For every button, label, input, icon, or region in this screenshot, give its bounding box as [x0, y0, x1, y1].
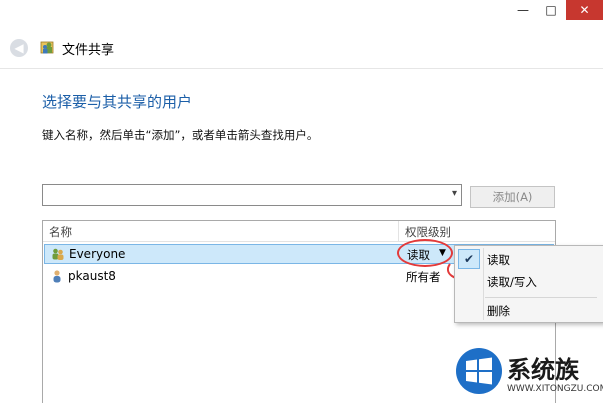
menu-separator: [485, 297, 597, 298]
group-users-icon: [52, 248, 64, 260]
menu-divider: [483, 248, 484, 320]
dialog-title: 文件共享: [62, 43, 115, 58]
menu-item-delete[interactable]: 删除: [487, 303, 510, 319]
permission-context-menu: ✔ 读取 读取/写入 删除: [454, 245, 603, 323]
windows-logo-icon: [456, 348, 502, 394]
share-icon: [40, 41, 54, 54]
menu-item-read-write[interactable]: 读取/写入: [487, 274, 537, 290]
user-name: Everyone: [69, 247, 126, 261]
add-button[interactable]: 添加(A): [470, 186, 555, 208]
check-icon: ✔: [458, 249, 480, 269]
user-name: pkaust8: [68, 269, 116, 283]
minimize-button[interactable]: —: [510, 0, 536, 20]
user-icon: [53, 270, 61, 283]
back-icon[interactable]: ◀: [10, 39, 28, 57]
permission-level: 所有者: [406, 270, 441, 284]
instruction-text: 键入名称，然后单击“添加”，或者单击箭头查找用户。: [42, 128, 319, 142]
page-heading: 选择要与其共享的用户: [42, 93, 193, 111]
watermark: 系统族 WWW.XITONGZU.COM: [455, 340, 603, 403]
title-bar: — □ ✕: [0, 0, 603, 30]
chevron-down-icon[interactable]: ▾: [452, 188, 457, 199]
column-divider[interactable]: [398, 221, 399, 241]
close-button[interactable]: ✕: [566, 0, 603, 20]
nav-bar: ◀ 文件共享: [0, 30, 603, 68]
column-header-permission[interactable]: 权限级别: [405, 224, 451, 240]
user-name-combobox[interactable]: ▾: [42, 184, 462, 206]
maximize-button[interactable]: □: [538, 0, 564, 20]
watermark-url: WWW.XITONGZU.COM: [507, 384, 603, 394]
column-header-name[interactable]: 名称: [49, 224, 72, 240]
menu-item-read[interactable]: 读取: [487, 252, 510, 268]
watermark-text: 系统族: [507, 356, 579, 384]
list-header: 名称 权限级别: [43, 221, 555, 242]
